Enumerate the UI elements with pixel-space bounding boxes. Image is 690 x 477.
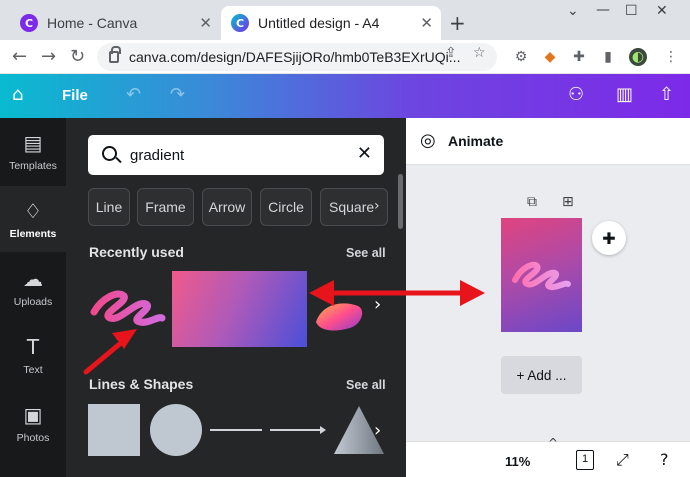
add-page-button[interactable]: + Add ...	[501, 356, 582, 394]
chip-line[interactable]: Line	[88, 188, 130, 226]
share-icon[interactable]: ⇪	[445, 45, 457, 61]
rail-label: Text	[23, 363, 43, 376]
chevron-up-icon[interactable]: ^	[548, 436, 558, 450]
chip-circle[interactable]: Circle	[260, 188, 312, 226]
suggestion-chips: Line Frame Arrow Circle Square	[88, 188, 388, 226]
rail-label: Uploads	[13, 295, 53, 308]
upload-share-icon[interactable]: ⇧	[659, 84, 674, 105]
canva-favicon-icon: C	[20, 14, 38, 32]
minimize-icon[interactable]: —	[596, 2, 610, 18]
window-close-icon[interactable]: ✕	[656, 3, 668, 19]
share-people-icon[interactable]: ⚇	[568, 84, 584, 105]
browser-tab-design[interactable]: C Untitled design - A4 ✕	[221, 6, 441, 40]
side-rail: ▤ Templates ♢ Elements ☁ Uploads T Text …	[0, 118, 66, 477]
arrow-line-shape[interactable]	[270, 422, 326, 438]
elements-panel: gradient ✕ Line Frame Arrow Circle Squar…	[66, 118, 406, 477]
back-arrow-icon[interactable]: ←	[12, 46, 27, 67]
tab-title: Home - Canva	[47, 15, 138, 31]
help-question-icon[interactable]: ?	[660, 450, 669, 469]
address-bar[interactable]: canva.com/design/DAFESjijORo/hmb0TeB3EXr…	[97, 43, 497, 71]
comment-plus-icon: ✚	[602, 228, 616, 248]
search-value: gradient	[130, 146, 185, 164]
add-comment-button[interactable]: ✚	[592, 221, 626, 255]
chevron-right-icon[interactable]: ›	[374, 420, 381, 441]
home-icon[interactable]: ⌂	[12, 84, 23, 105]
chevron-right-icon[interactable]: ›	[374, 294, 381, 315]
page-squiggle-graphic	[512, 261, 571, 291]
rail-label: Templates	[9, 159, 57, 172]
upload-cloud-icon: ☁	[23, 266, 43, 291]
line-shape[interactable]	[210, 429, 262, 431]
extension-icon[interactable]: ⚙	[512, 48, 530, 66]
url-text: canva.com/design/DAFESjijORo/hmb0TeB3EXr…	[129, 49, 461, 65]
recently-used-title: Recently used	[89, 244, 184, 260]
forward-arrow-icon[interactable]: →	[41, 46, 56, 67]
insights-chart-icon[interactable]: ▥	[616, 84, 633, 105]
fullscreen-expand-icon[interactable]: ⤢	[616, 450, 629, 470]
animate-button[interactable]: Animate	[448, 133, 503, 149]
panel-scrollbar[interactable]	[398, 174, 403, 229]
tab-title: Untitled design - A4	[258, 15, 380, 31]
chip-frame[interactable]: Frame	[137, 188, 194, 226]
square-shape[interactable]	[88, 404, 140, 456]
canvas-workspace: ◎ Animate ⧉ ⊞ ✚ + Add ... ^ 11% 1 ⤢ ?	[406, 118, 690, 477]
redo-icon[interactable]: ↷	[170, 84, 185, 105]
recent-gradient-blob[interactable]	[312, 294, 372, 334]
zoom-level[interactable]: 11%	[505, 454, 530, 469]
animate-icon: ◎	[420, 130, 436, 151]
templates-icon: ▤	[23, 130, 43, 155]
lines-shapes-title: Lines & Shapes	[89, 376, 194, 392]
see-all-shapes-link[interactable]: See all	[346, 378, 386, 392]
chevron-right-icon[interactable]: ›	[374, 198, 380, 214]
recent-squiggle-graphic[interactable]	[88, 280, 168, 330]
reload-icon[interactable]: ↻	[70, 46, 85, 67]
text-t-icon: T	[26, 334, 40, 359]
rail-item-templates[interactable]: ▤ Templates	[0, 118, 66, 184]
circle-shape[interactable]	[150, 404, 202, 456]
browser-tab-home[interactable]: C Home - Canva ✕	[10, 6, 220, 40]
page-count-icon[interactable]: 1	[576, 450, 594, 470]
sidebar-panel-icon[interactable]: ▮	[599, 48, 617, 66]
duplicate-page-icon[interactable]: ⧉	[527, 194, 537, 210]
browser-menu-icon[interactable]: ⋮	[662, 48, 680, 66]
metamask-fox-icon[interactable]: ◆	[541, 48, 559, 66]
rail-item-elements[interactable]: ♢ Elements	[0, 186, 66, 252]
puzzle-extensions-icon[interactable]: ✚	[570, 48, 588, 66]
search-input[interactable]: gradient ✕	[88, 135, 384, 175]
canva-favicon-icon: C	[231, 14, 249, 32]
undo-icon[interactable]: ↶	[126, 84, 141, 105]
design-page[interactable]	[501, 218, 582, 332]
tab-close-icon[interactable]: ✕	[199, 14, 212, 32]
rail-item-uploads[interactable]: ☁ Uploads	[0, 254, 66, 320]
tab-close-icon[interactable]: ✕	[420, 14, 433, 32]
status-bar: ^ 11% 1 ⤢ ?	[406, 436, 690, 477]
lock-icon	[109, 46, 121, 63]
file-menu-button[interactable]: File	[62, 87, 88, 104]
search-icon	[102, 146, 117, 161]
add-page-icon[interactable]: ⊞	[562, 194, 574, 210]
animate-toolbar: ◎ Animate	[406, 118, 690, 165]
browser-tab-strip: C Home - Canva ✕ C Untitled design - A4 …	[0, 0, 690, 40]
rail-label: Elements	[9, 227, 57, 240]
canva-header: ⌂ File ↶ ↷ ⚇ ▥ ⇧	[0, 74, 690, 118]
maximize-icon[interactable]: ☐	[625, 3, 638, 19]
clear-search-icon[interactable]: ✕	[357, 143, 372, 164]
profile-avatar-icon[interactable]: ◐	[629, 48, 647, 66]
bookmark-star-icon[interactable]: ☆	[473, 45, 486, 61]
chip-arrow[interactable]: Arrow	[202, 188, 252, 226]
chevron-down-icon[interactable]: ⌄	[567, 3, 579, 19]
rail-label: Photos	[16, 431, 50, 444]
rail-item-photos[interactable]: ▣ Photos	[0, 390, 66, 456]
rail-item-text[interactable]: T Text	[0, 322, 66, 388]
recent-gradient-rectangle[interactable]	[172, 271, 307, 347]
see-all-recent-link[interactable]: See all	[346, 246, 386, 260]
photo-icon: ▣	[23, 402, 43, 427]
browser-toolbar: ← → ↻ canva.com/design/DAFESjijORo/hmb0T…	[0, 40, 690, 74]
new-tab-icon[interactable]: +	[449, 11, 466, 35]
elements-icon: ♢	[24, 198, 42, 223]
